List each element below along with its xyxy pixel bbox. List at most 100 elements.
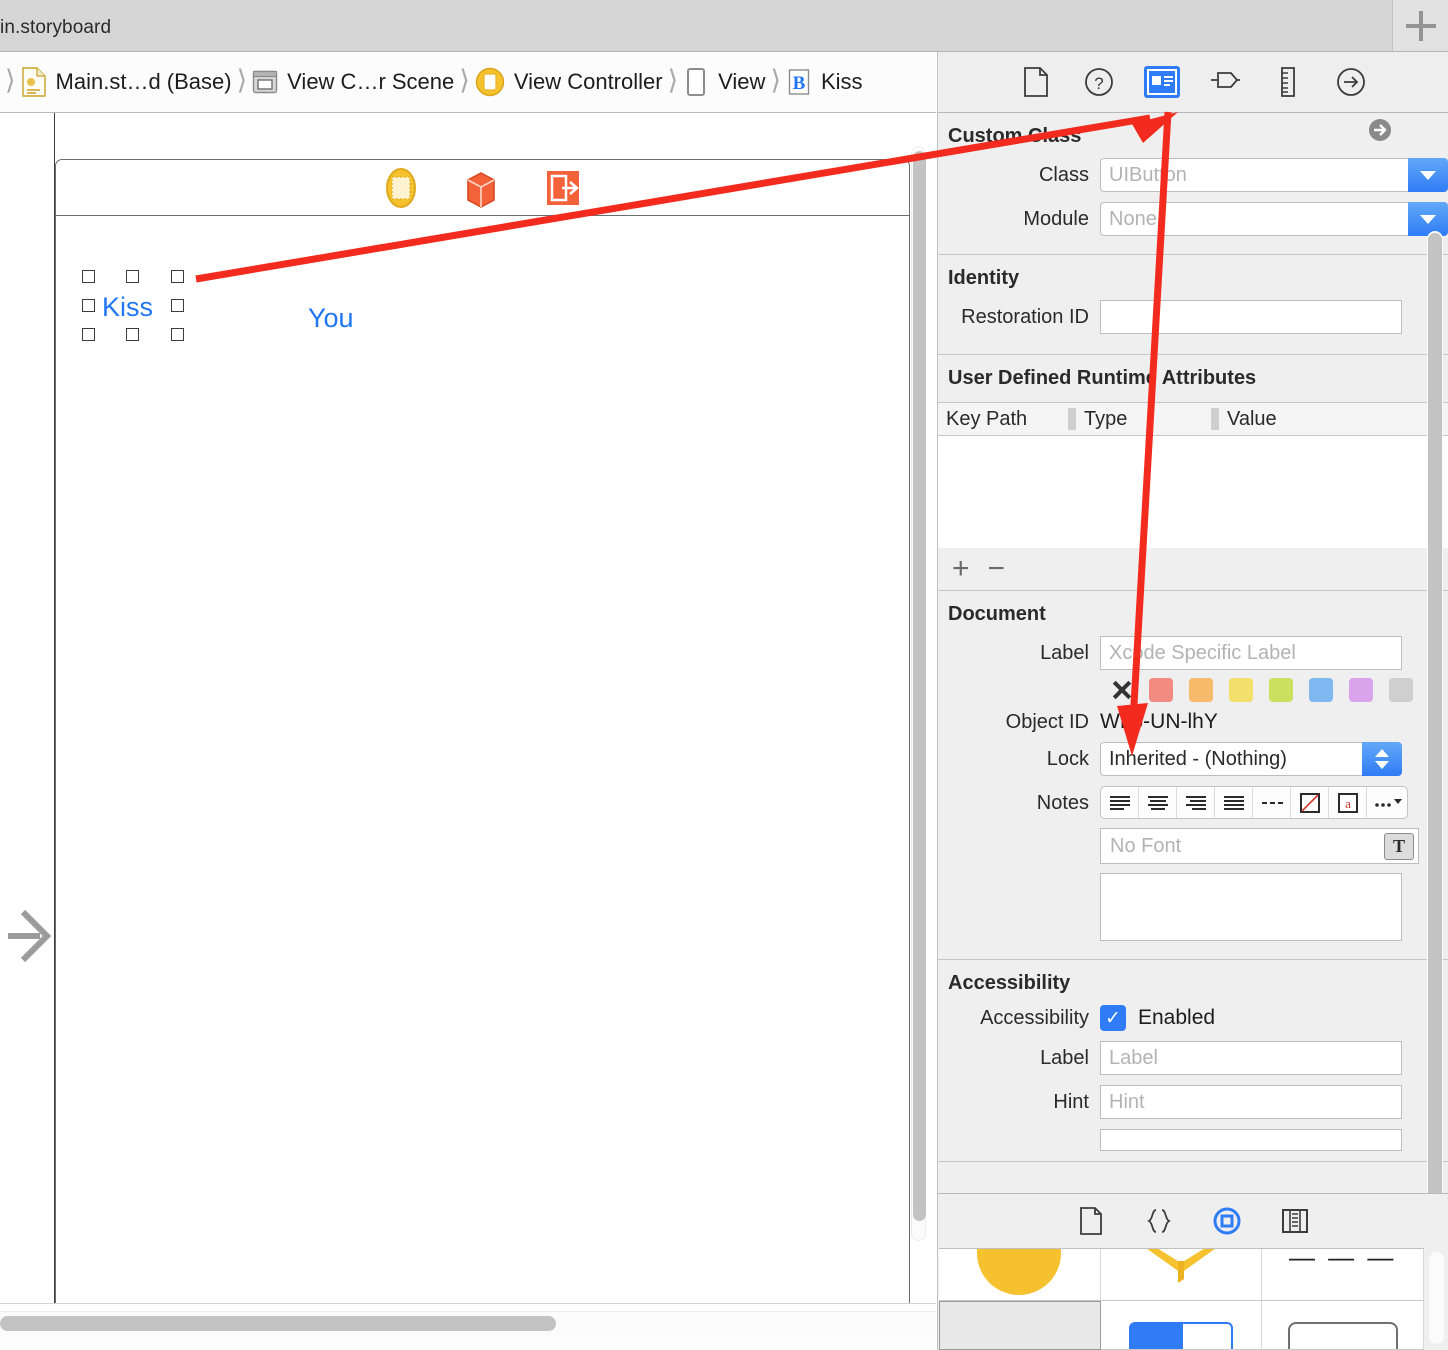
connections-inspector-tab[interactable] <box>1333 66 1369 98</box>
runtime-attributes-header: Key Path Type Value <box>938 402 1448 436</box>
breadcrumb-item-view-controller[interactable]: View Controller <box>475 52 663 112</box>
module-input[interactable]: None <box>1100 202 1408 236</box>
accessibility-hint-input[interactable]: Hint <box>1100 1085 1402 1119</box>
align-center-button[interactable] <box>1139 787 1177 818</box>
restoration-id-input[interactable] <box>1100 300 1402 334</box>
attributes-inspector-tab[interactable] <box>1207 66 1243 98</box>
selection-handle-bottom-left[interactable] <box>82 328 95 341</box>
class-dropdown-button[interactable] <box>1408 158 1448 192</box>
library-item-object[interactable] <box>1100 1249 1263 1301</box>
module-row: Module None <box>938 202 1448 236</box>
color-swatch-yellow[interactable] <box>1229 678 1253 702</box>
accessibility-extra-input[interactable] <box>1100 1129 1402 1151</box>
color-swatch-blue[interactable] <box>1309 678 1333 702</box>
library-item-button-selected[interactable] <box>939 1301 1101 1350</box>
library-object-grid[interactable]: — — — <box>939 1248 1424 1350</box>
align-left-button[interactable] <box>1101 787 1139 818</box>
align-justify-button[interactable] <box>1215 787 1253 818</box>
font-picker-button[interactable]: T <box>1384 832 1414 860</box>
file-template-library-tab[interactable] <box>1071 1203 1111 1239</box>
breadcrumb-item-button[interactable]: B Kiss <box>786 52 863 112</box>
ib-button-you[interactable]: You <box>308 303 354 334</box>
view-controller-scene[interactable]: Kiss You <box>55 159 910 1303</box>
document-label-input[interactable]: Xcode Specific Label <box>1100 636 1402 670</box>
ib-button-kiss[interactable]: Kiss <box>102 292 153 323</box>
canvas-horizontal-scroll-thumb[interactable] <box>0 1316 556 1331</box>
breadcrumb-item-view[interactable]: View <box>683 52 765 112</box>
inspector-scroll-thumb[interactable] <box>1428 233 1442 1193</box>
view-controller-icon[interactable] <box>383 166 419 210</box>
scene-canvas-body[interactable]: Kiss You <box>56 217 909 1303</box>
runtime-attributes-table[interactable] <box>938 436 1448 548</box>
lock-select[interactable]: Inherited - (Nothing) <box>1100 742 1362 776</box>
code-snippet-library-tab[interactable] <box>1139 1203 1179 1239</box>
accessibility-hint-label: Hint <box>1053 1090 1089 1113</box>
library-vertical-scrollbar[interactable] <box>1429 1252 1444 1344</box>
selection-handle-top-right[interactable] <box>171 270 184 283</box>
selection-handle-bottom-right[interactable] <box>171 328 184 341</box>
color-swatch-purple[interactable] <box>1349 678 1373 702</box>
lock-stepper-button[interactable] <box>1362 742 1402 776</box>
notes-font-field[interactable]: No Font T <box>1100 828 1419 864</box>
breadcrumb-item-storyboard[interactable]: Main.st…d (Base) <box>21 52 232 112</box>
go-to-class-icon[interactable] <box>1368 118 1392 142</box>
color-swatch-red[interactable] <box>1149 678 1173 702</box>
selection-handle-middle-right[interactable] <box>171 299 184 312</box>
label-color-swatches[interactable] <box>938 678 1448 702</box>
text-color-button[interactable] <box>1291 787 1329 818</box>
add-attribute-button[interactable]: + <box>952 554 970 584</box>
column-key-path: Key Path <box>946 407 1028 430</box>
notes-textarea[interactable] <box>1100 873 1402 941</box>
library-selector-bar[interactable] <box>938 1194 1448 1247</box>
add-editor-button[interactable] <box>1392 0 1448 51</box>
text-style-button[interactable]: a <box>1329 787 1367 818</box>
class-input[interactable]: UIButton <box>1100 158 1408 192</box>
notes-format-toolbar[interactable]: a <box>1100 786 1408 819</box>
library-item-label[interactable]: — — — <box>1262 1249 1424 1301</box>
column-divider[interactable] <box>1068 408 1076 430</box>
color-swatch-green[interactable] <box>1269 678 1293 702</box>
label-thumb-icon: — — — <box>1288 1249 1397 1272</box>
remove-attribute-button[interactable]: − <box>988 554 1006 584</box>
interface-builder-canvas[interactable]: Kiss You <box>0 113 936 1303</box>
breadcrumb[interactable]: ⟩ Main.st…d (Base) ⟩ View C…r Scene ⟩ Vi… <box>0 52 936 113</box>
object-library-tab[interactable] <box>1207 1203 1247 1239</box>
quick-help-inspector-tab[interactable]: ? <box>1081 66 1117 98</box>
more-options-button[interactable] <box>1367 787 1407 818</box>
dashes-button[interactable] <box>1253 787 1291 818</box>
identity-inspector-panel[interactable]: Custom Class Class UIButton Module None <box>937 113 1448 1193</box>
library-item-text-field[interactable] <box>1262 1301 1424 1350</box>
inspector-vertical-scrollbar[interactable] <box>1427 231 1443 1193</box>
inspector-selector-bar[interactable]: ? <box>937 52 1448 113</box>
first-responder-icon[interactable] <box>461 166 501 210</box>
library-item-segmented-control[interactable] <box>1100 1301 1263 1350</box>
canvas-vertical-scroll-thumb[interactable] <box>913 151 926 1221</box>
media-library-tab[interactable] <box>1275 1203 1315 1239</box>
clear-color-icon[interactable] <box>1111 679 1133 701</box>
identity-inspector-tab[interactable] <box>1143 66 1180 98</box>
library-item-view-controller[interactable] <box>939 1249 1101 1301</box>
show-document-outline-button[interactable] <box>8 903 54 969</box>
breadcrumb-item-scene[interactable]: View C…r Scene <box>252 52 454 112</box>
library-panel[interactable]: — — — <box>937 1193 1448 1350</box>
color-swatch-gray[interactable] <box>1389 678 1413 702</box>
size-inspector-tab[interactable] <box>1270 66 1306 98</box>
selection-handle-top-center[interactable] <box>126 270 139 283</box>
accessibility-enabled-checkbox[interactable]: ✓ <box>1100 1005 1126 1031</box>
selection-handle-bottom-center[interactable] <box>126 328 139 341</box>
accessibility-extra-row <box>938 1129 1448 1151</box>
scene-dock[interactable] <box>56 160 909 216</box>
canvas-vertical-scrollbar[interactable] <box>911 146 926 1241</box>
font-row: No Font T <box>938 827 1448 865</box>
align-right-button[interactable] <box>1177 787 1215 818</box>
selection-handle-top-left[interactable] <box>82 270 95 283</box>
file-inspector-tab[interactable] <box>1018 66 1054 98</box>
class-label: Class <box>1038 163 1089 186</box>
canvas-horizontal-scrollbar[interactable] <box>0 1311 936 1335</box>
selection-handle-middle-left[interactable] <box>82 299 95 312</box>
module-dropdown-button[interactable] <box>1408 202 1448 236</box>
column-divider[interactable] <box>1211 408 1219 430</box>
accessibility-label-input[interactable]: Label <box>1100 1041 1402 1075</box>
color-swatch-orange[interactable] <box>1189 678 1213 702</box>
exit-icon[interactable] <box>543 167 583 209</box>
